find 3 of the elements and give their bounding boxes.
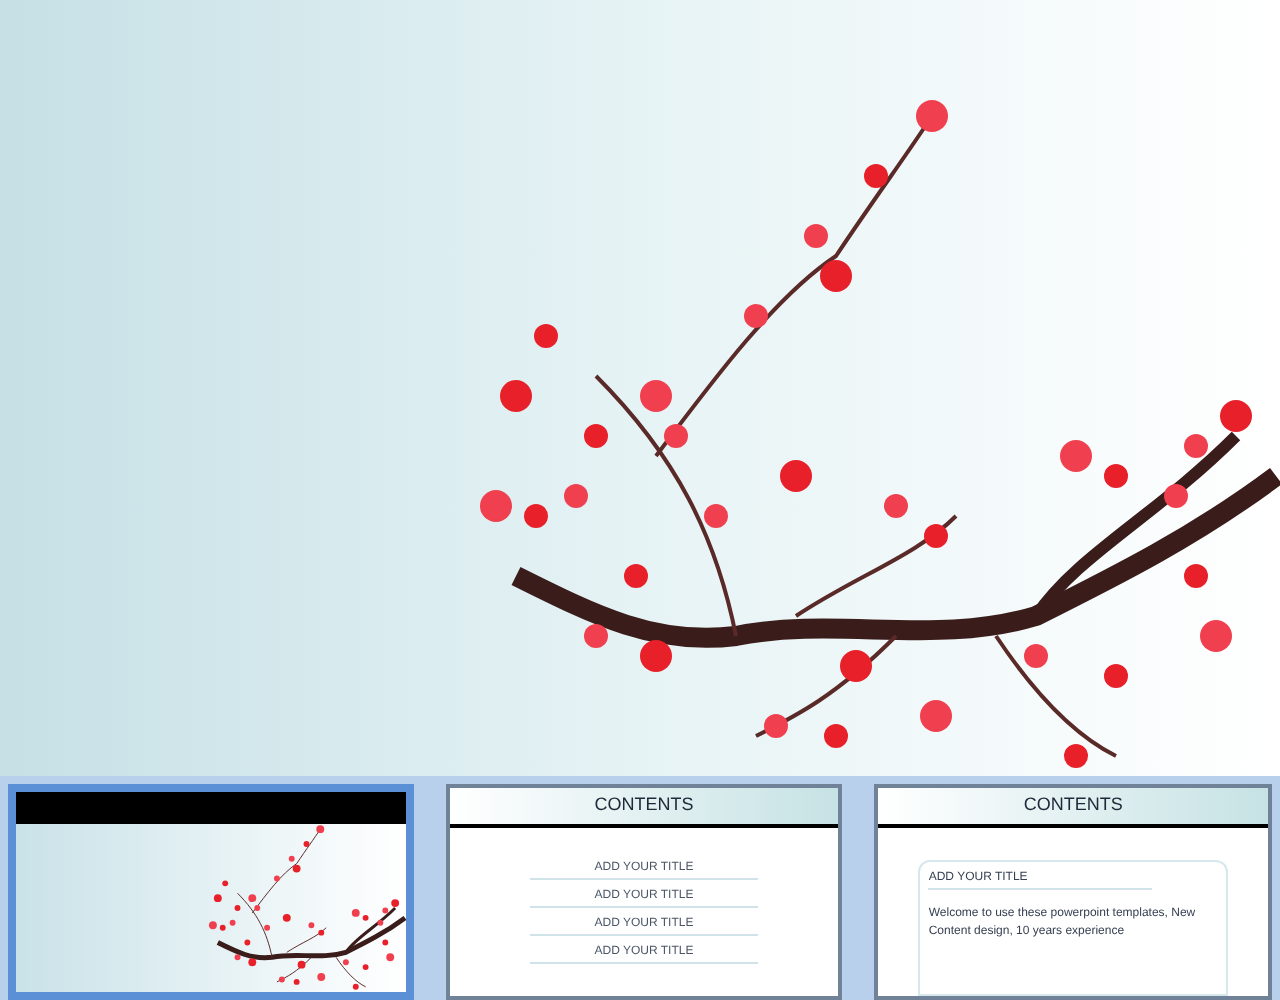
slide-title: CONTENTS	[1023, 792, 1123, 819]
slide-title: CONTENTS	[594, 792, 694, 819]
slide-thumbnail[interactable]	[8, 784, 414, 1000]
